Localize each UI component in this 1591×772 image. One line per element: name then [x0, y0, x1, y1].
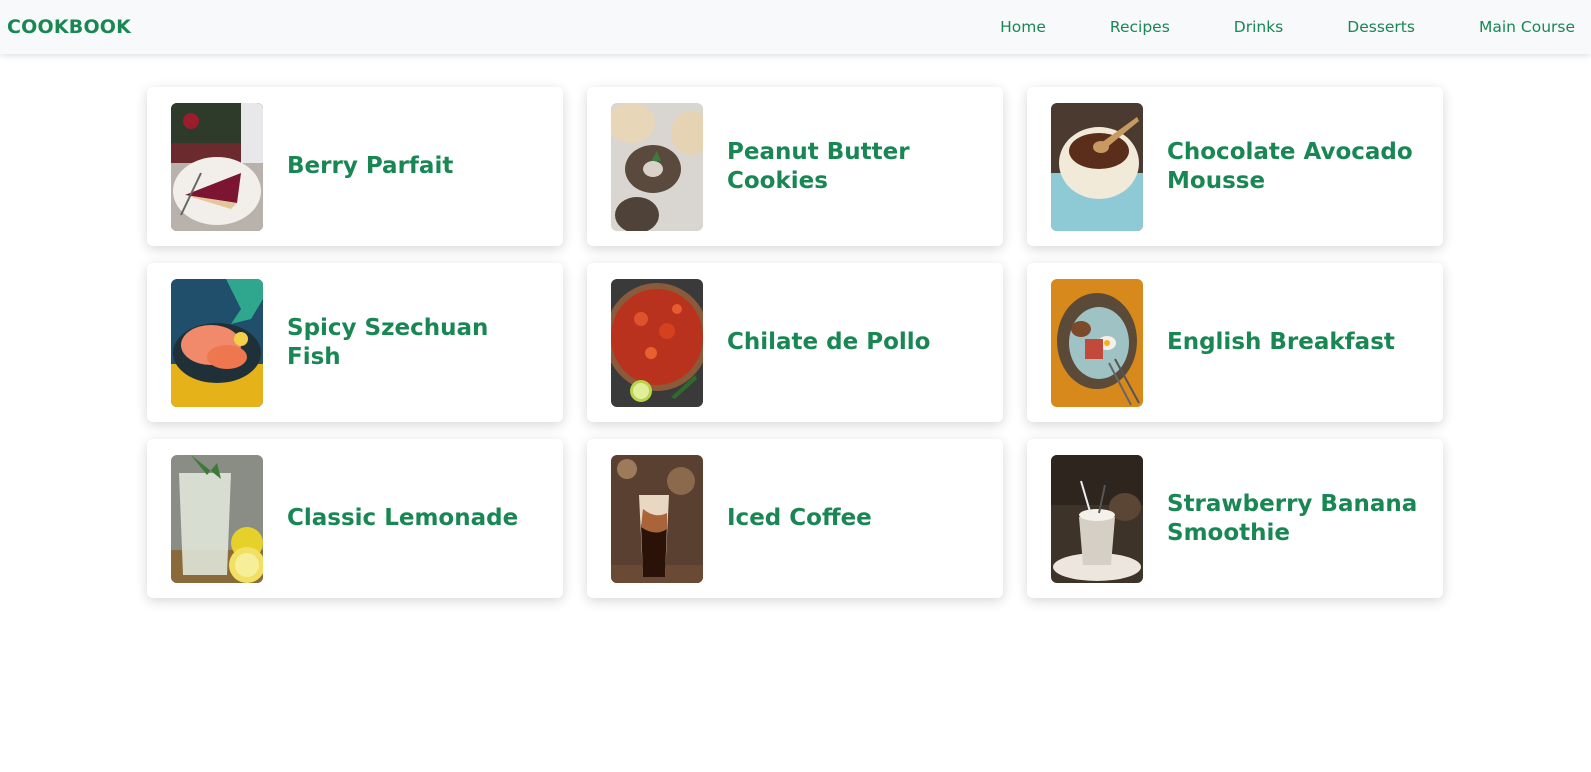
- recipe-title[interactable]: Chilate de Pollo: [727, 328, 930, 357]
- recipe-photo: [171, 278, 263, 407]
- recipe-photo: [611, 454, 703, 583]
- recipe-card[interactable]: Strawberry Banana Smoothie: [1027, 439, 1443, 598]
- nav-link-desserts[interactable]: Desserts: [1331, 18, 1431, 36]
- nav-link-drinks[interactable]: Drinks: [1218, 18, 1300, 36]
- recipe-card[interactable]: English Breakfast: [1027, 263, 1443, 422]
- recipe-card[interactable]: Iced Coffee: [587, 439, 1003, 598]
- nav-links: Home Recipes Drinks Desserts Main Course: [984, 0, 1591, 54]
- recipe-card[interactable]: Chocolate Avocado Mousse: [1027, 87, 1443, 246]
- recipe-card[interactable]: Peanut Butter Cookies: [587, 87, 1003, 246]
- recipe-photo: [171, 454, 263, 583]
- nav-link-home[interactable]: Home: [984, 18, 1062, 36]
- recipe-title[interactable]: Classic Lemonade: [287, 504, 518, 533]
- recipe-photo: [611, 102, 703, 231]
- navbar: COOKBOOK Home Recipes Drinks Desserts Ma…: [0, 0, 1591, 54]
- recipe-card[interactable]: Berry Parfait: [147, 87, 563, 246]
- recipe-title[interactable]: Iced Coffee: [727, 504, 872, 533]
- recipe-photo: [171, 102, 263, 231]
- recipe-grid: Berry Parfait Peanut Butter Cookies Choc…: [147, 87, 1443, 598]
- recipe-title[interactable]: English Breakfast: [1167, 328, 1395, 357]
- recipe-title[interactable]: Strawberry Banana Smoothie: [1167, 490, 1419, 548]
- recipe-card[interactable]: Chilate de Pollo: [587, 263, 1003, 422]
- nav-link-recipes[interactable]: Recipes: [1094, 18, 1186, 36]
- nav-link-main-course[interactable]: Main Course: [1463, 18, 1591, 36]
- recipe-card[interactable]: Spicy Szechuan Fish: [147, 263, 563, 422]
- recipe-title[interactable]: Berry Parfait: [287, 152, 453, 181]
- recipe-photo: [1051, 454, 1143, 583]
- recipe-photo: [611, 278, 703, 407]
- recipe-title[interactable]: Peanut Butter Cookies: [727, 138, 979, 196]
- brand-logo[interactable]: COOKBOOK: [7, 16, 131, 38]
- recipe-photo: [1051, 102, 1143, 231]
- recipe-title[interactable]: Spicy Szechuan Fish: [287, 314, 539, 372]
- recipe-card[interactable]: Classic Lemonade: [147, 439, 563, 598]
- recipe-photo: [1051, 278, 1143, 407]
- recipe-title[interactable]: Chocolate Avocado Mousse: [1167, 138, 1419, 196]
